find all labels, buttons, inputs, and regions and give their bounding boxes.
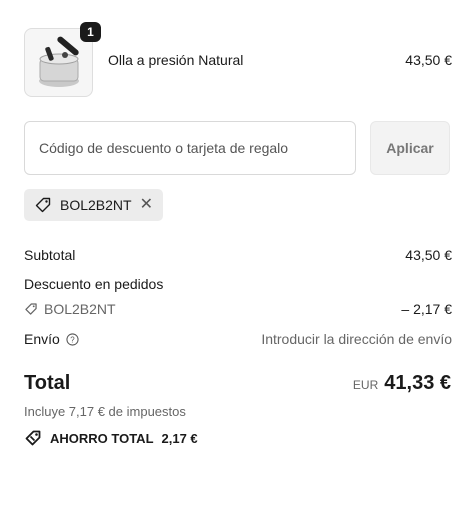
tag-icon (35, 197, 51, 213)
product-price: 43,50 € (405, 52, 452, 68)
shipping-label: Envío (24, 331, 60, 347)
applied-discount-code: BOL2B2NT (60, 197, 132, 213)
total-currency: EUR (352, 378, 379, 392)
taxes-note: Incluye 7,17 € de impuestos (24, 404, 186, 419)
order-discount-detail-row: BOL2B2NT – 2,17 € (24, 301, 452, 319)
total-amount: EUR 41,33 € (353, 372, 451, 395)
order-discount-label: Descuento en pedidos (24, 276, 164, 292)
subtotal-value: 43,50 € (405, 247, 452, 263)
applied-discount-tag: BOL2B2NT ✕ (24, 189, 163, 221)
product-name: Olla a presión Natural (108, 52, 244, 68)
svg-text:?: ? (70, 335, 75, 344)
order-discount-code-wrap: BOL2B2NT (24, 301, 116, 317)
remove-discount-icon[interactable]: ✕ (140, 197, 153, 213)
cart-line-item: 1 Olla a presión Natural 43,50 € (24, 22, 452, 97)
subtotal-label: Subtotal (24, 247, 76, 263)
order-discount-row: Descuento en pedidos (24, 276, 452, 292)
discount-code-input[interactable] (24, 121, 356, 175)
order-discount-value: – 2,17 € (401, 301, 452, 317)
quantity-badge: 1 (80, 22, 101, 42)
shipping-label-wrap: Envío ? (24, 331, 79, 347)
shipping-row: Envío ? Introducir la dirección de envío (24, 331, 452, 347)
apply-discount-button[interactable]: Aplicar (370, 121, 450, 175)
order-discount-code: BOL2B2NT (44, 301, 116, 317)
savings-tag-icon (25, 430, 41, 446)
total-value: 41,33 € (384, 372, 451, 394)
total-savings: AHORRO TOTAL 2,17 € (24, 429, 198, 447)
discount-form: Aplicar (24, 121, 452, 175)
subtotal-row: Subtotal 43,50 € (24, 247, 452, 263)
shipping-value: Introducir la dirección de envío (261, 331, 452, 347)
savings-label: AHORRO TOTAL (50, 430, 154, 446)
total-label: Total (24, 372, 71, 394)
tag-icon (25, 303, 37, 315)
savings-value: 2,17 € (161, 430, 198, 446)
help-icon[interactable]: ? (66, 332, 79, 346)
